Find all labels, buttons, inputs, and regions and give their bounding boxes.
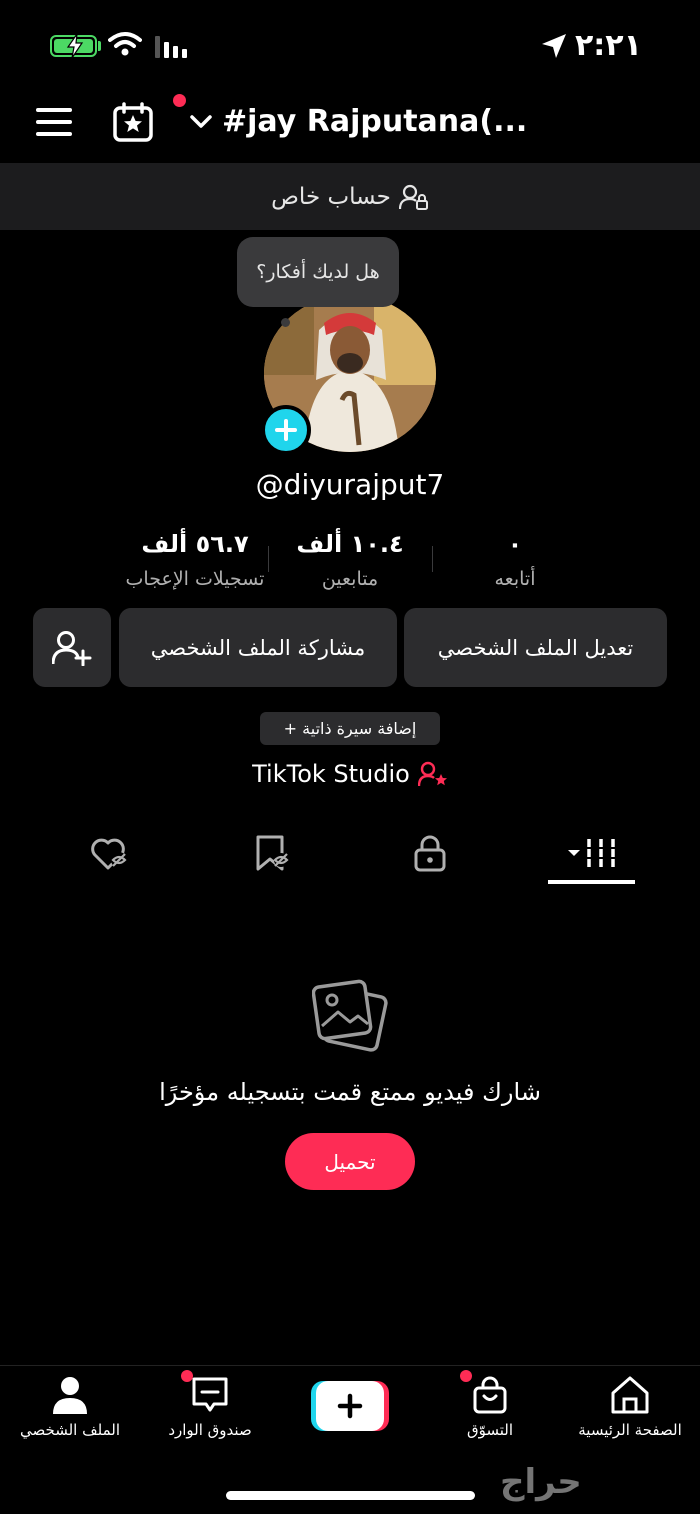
battery-cap	[98, 41, 101, 51]
plus-icon	[275, 419, 297, 441]
edit-profile-button[interactable]: تعديل الملف الشخصي	[404, 608, 667, 687]
tab-favorites[interactable]	[227, 825, 317, 880]
home-indicator[interactable]	[226, 1491, 475, 1500]
watermark-logo: حراج	[500, 1462, 582, 1502]
bookmark-hidden-icon	[256, 835, 289, 870]
create-button[interactable]	[311, 1381, 389, 1431]
stat-likes[interactable]: ٥٦.٧ ألف تسجيلات الإعجاب	[105, 530, 285, 590]
followers-label: متابعين	[321, 568, 379, 590]
menu-icon[interactable]	[36, 108, 72, 138]
nav-shop-label: التسوّق	[466, 1421, 514, 1439]
home-icon	[611, 1376, 649, 1414]
shop-notification-dot	[460, 1370, 472, 1382]
share-profile-button[interactable]: مشاركة الملف الشخصي	[119, 608, 397, 687]
nav-shop[interactable]: التسوّق	[420, 1375, 560, 1439]
private-account-banner: حساب خاص	[0, 163, 700, 230]
inbox-notification-dot	[181, 1370, 193, 1382]
account-name: #jay Rajputana(...	[222, 104, 528, 139]
following-count: ٠	[507, 530, 523, 558]
thought-bubble-tail	[281, 318, 290, 327]
nav-home[interactable]: الصفحة الرئيسية	[560, 1375, 700, 1439]
notification-dot	[173, 94, 186, 107]
stat-following[interactable]: ٠ أتابعه	[425, 530, 605, 590]
wifi-icon	[108, 32, 142, 56]
nav-home-label: الصفحة الرئيسية	[578, 1421, 682, 1439]
tiktok-studio-label: TikTok Studio	[252, 760, 410, 788]
followers-count: ١٠.٤ ألف	[296, 530, 404, 558]
battery-icon	[50, 34, 97, 58]
lock-icon	[414, 835, 446, 871]
username: @diyurajput7	[255, 468, 445, 501]
stat-followers[interactable]: ١٠.٤ ألف متابعين	[260, 530, 440, 590]
add-user-icon	[52, 630, 92, 666]
private-user-lock-icon	[398, 184, 428, 210]
shopping-bag-icon	[473, 1376, 507, 1414]
tab-liked[interactable]	[65, 825, 155, 880]
tiktok-studio-link[interactable]: TikTok Studio	[0, 760, 700, 788]
add-bio-button[interactable]: + إضافة سيرة ذاتية	[260, 712, 440, 745]
following-label: أتابعه	[494, 568, 536, 590]
account-switcher[interactable]: #jay Rajputana(...	[190, 104, 527, 139]
thought-bubble[interactable]: هل لديك أفكار؟	[237, 237, 399, 307]
tab-private[interactable]	[385, 825, 475, 880]
cellular-signal-icon	[155, 36, 187, 58]
user-star-icon	[417, 761, 447, 787]
private-account-label: حساب خاص	[271, 183, 391, 210]
nav-profile[interactable]: الملف الشخصي	[0, 1375, 140, 1439]
upload-button[interactable]: تحميل	[285, 1133, 415, 1190]
add-friends-button[interactable]	[33, 608, 111, 687]
create-plus-icon	[311, 1381, 389, 1431]
add-story-button[interactable]	[261, 405, 311, 455]
profile-icon	[53, 1377, 87, 1414]
tab-videos[interactable]	[546, 825, 636, 880]
calendar-star-icon[interactable]	[112, 102, 154, 142]
videos-grid-icon	[568, 838, 617, 867]
nav-profile-label: الملف الشخصي	[20, 1421, 120, 1439]
heart-hidden-icon	[91, 838, 127, 869]
likes-label: تسجيلات الإعجاب	[125, 568, 265, 590]
inbox-icon	[192, 1377, 228, 1412]
chevron-down-icon	[190, 114, 212, 128]
nav-inbox-label: صندوق الوارد	[168, 1421, 252, 1439]
photo-gallery-icon	[312, 979, 388, 1052]
likes-count: ٥٦.٧ ألف	[141, 530, 249, 558]
nav-inbox[interactable]: صندوق الوارد	[140, 1375, 280, 1439]
empty-state-message: شارك فيديو ممتع قمت بتسجيله مؤخرًا	[159, 1078, 541, 1106]
location-arrow-icon	[542, 34, 566, 58]
status-time: ٢:٢١	[575, 28, 642, 63]
active-tab-indicator	[548, 880, 635, 884]
